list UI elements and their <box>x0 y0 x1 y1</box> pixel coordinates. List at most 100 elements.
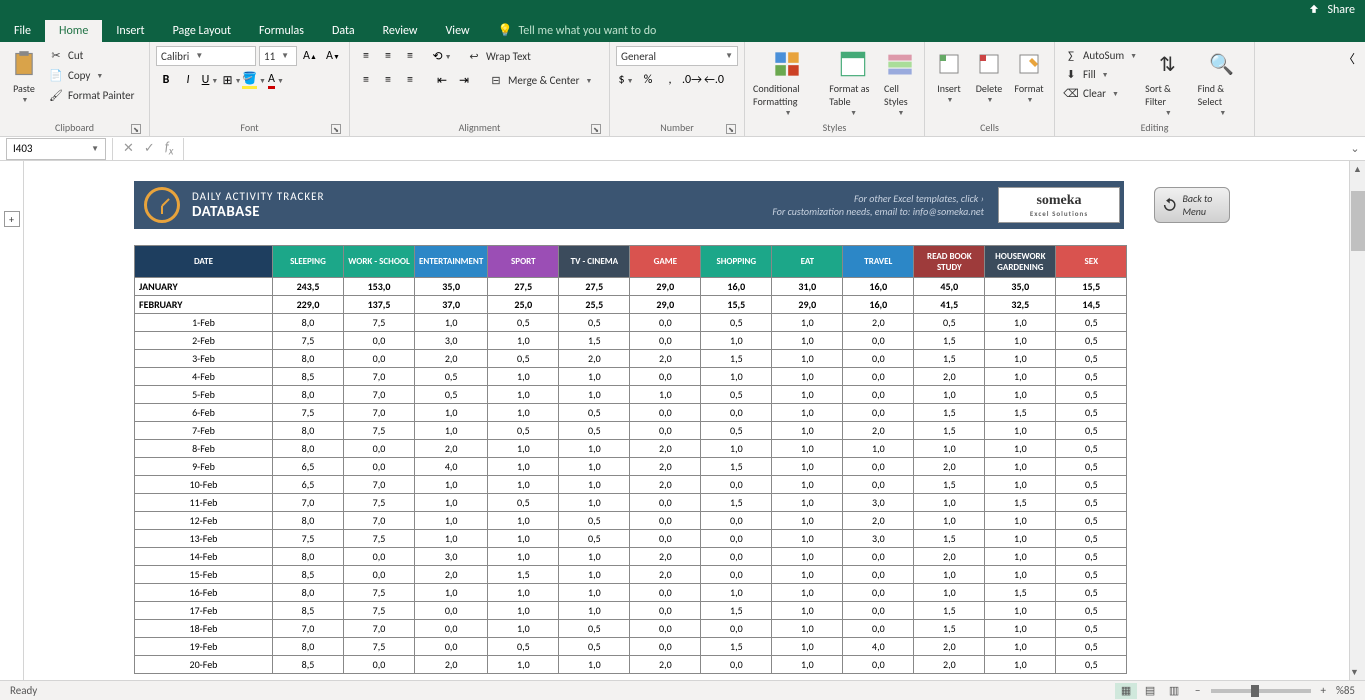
data-cell[interactable]: 1,0 <box>488 530 559 548</box>
paste-button[interactable]: Paste▼ <box>6 46 42 106</box>
data-cell[interactable]: 8,0 <box>273 422 344 440</box>
bold-button[interactable]: B <box>156 70 176 90</box>
data-cell[interactable]: 1,0 <box>985 350 1056 368</box>
data-cell[interactable]: 3,0 <box>415 548 488 566</box>
zoom-in-button[interactable]: + <box>1321 684 1326 697</box>
font-launcher[interactable]: ⬊ <box>331 124 341 134</box>
data-cell[interactable]: 2,0 <box>914 638 985 656</box>
data-cell[interactable]: 7,5 <box>344 602 415 620</box>
tab-insert[interactable]: Insert <box>102 20 158 42</box>
number-launcher[interactable]: ⬊ <box>726 124 736 134</box>
data-cell[interactable]: 1,0 <box>772 458 843 476</box>
tab-file[interactable]: File <box>0 20 45 42</box>
underline-button[interactable]: U▼ <box>200 70 220 90</box>
data-cell[interactable]: 7,0 <box>344 368 415 386</box>
data-cell[interactable]: 1,0 <box>559 548 630 566</box>
date-cell[interactable]: 2-Feb <box>135 332 273 350</box>
date-cell[interactable]: 6-Feb <box>135 404 273 422</box>
data-cell[interactable]: 0,0 <box>630 530 701 548</box>
header-sex[interactable]: SEX <box>1056 246 1127 278</box>
data-cell[interactable]: 0,5 <box>1056 314 1127 332</box>
align-bottom-button[interactable]: ≡ <box>400 46 420 66</box>
data-cell[interactable]: 0,5 <box>701 386 772 404</box>
data-cell[interactable]: 2,0 <box>630 476 701 494</box>
decrease-decimal-button[interactable]: ←.0 <box>704 70 724 90</box>
header-travel[interactable]: TRAVEL <box>843 246 914 278</box>
data-cell[interactable]: 1,0 <box>701 584 772 602</box>
data-cell[interactable]: 1,0 <box>985 314 1056 332</box>
header-game[interactable]: GAME <box>630 246 701 278</box>
delete-cells-button[interactable]: Delete▼ <box>971 46 1007 106</box>
data-cell[interactable]: 1,0 <box>914 386 985 404</box>
font-color-button[interactable]: A▼ <box>266 70 286 90</box>
data-cell[interactable]: 0,5 <box>1056 350 1127 368</box>
header-entertainment[interactable]: ENTERTAINMENT <box>415 246 488 278</box>
header-sleeping[interactable]: SLEEPING <box>273 246 344 278</box>
data-cell[interactable]: 0,0 <box>701 620 772 638</box>
increase-font-button[interactable]: A▲ <box>300 46 320 66</box>
data-cell[interactable]: 2,0 <box>415 350 488 368</box>
data-cell[interactable]: 1,0 <box>772 584 843 602</box>
sort-filter-button[interactable]: ⇅Sort & Filter▼ <box>1143 46 1192 119</box>
header-sport[interactable]: SPORT <box>488 246 559 278</box>
orientation-button[interactable]: ⟲▼ <box>432 46 452 66</box>
month-total-cell[interactable]: 16,0 <box>843 278 914 296</box>
data-cell[interactable]: 1,0 <box>488 548 559 566</box>
page-break-view-button[interactable]: ▥ <box>1163 683 1185 699</box>
date-cell[interactable]: 12-Feb <box>135 512 273 530</box>
data-cell[interactable]: 0,5 <box>1056 566 1127 584</box>
data-cell[interactable]: 1,0 <box>985 512 1056 530</box>
data-cell[interactable]: 0,0 <box>843 656 914 674</box>
data-cell[interactable]: 1,0 <box>772 476 843 494</box>
month-total-cell[interactable]: 229,0 <box>273 296 344 314</box>
data-cell[interactable]: 0,0 <box>843 620 914 638</box>
data-cell[interactable]: 0,0 <box>843 458 914 476</box>
decrease-font-button[interactable]: A▼ <box>323 46 343 66</box>
data-cell[interactable]: 8,0 <box>273 314 344 332</box>
month-total-cell[interactable]: 153,0 <box>344 278 415 296</box>
data-cell[interactable]: 0,5 <box>1056 512 1127 530</box>
data-cell[interactable]: 2,0 <box>630 440 701 458</box>
data-cell[interactable]: 1,0 <box>559 494 630 512</box>
data-cell[interactable]: 0,0 <box>701 566 772 584</box>
month-total-cell[interactable]: 14,5 <box>1056 296 1127 314</box>
data-cell[interactable]: 1,0 <box>985 530 1056 548</box>
data-cell[interactable]: 1,0 <box>559 584 630 602</box>
data-cell[interactable]: 1,0 <box>772 638 843 656</box>
data-cell[interactable]: 1,0 <box>415 584 488 602</box>
data-cell[interactable]: 1,0 <box>772 314 843 332</box>
tab-formulas[interactable]: Formulas <box>245 20 318 42</box>
data-cell[interactable]: 0,0 <box>344 656 415 674</box>
data-cell[interactable]: 0,0 <box>701 656 772 674</box>
enter-formula-button[interactable]: ✓ <box>144 141 155 156</box>
data-cell[interactable]: 2,0 <box>914 458 985 476</box>
data-cell[interactable]: 0,5 <box>1056 332 1127 350</box>
data-cell[interactable]: 2,0 <box>630 566 701 584</box>
data-cell[interactable]: 7,5 <box>344 314 415 332</box>
data-cell[interactable]: 1,5 <box>914 530 985 548</box>
data-cell[interactable]: 8,0 <box>273 548 344 566</box>
data-cell[interactable]: 1,5 <box>914 602 985 620</box>
data-cell[interactable]: 0,0 <box>344 440 415 458</box>
data-cell[interactable]: 1,5 <box>914 620 985 638</box>
data-cell[interactable]: 1,0 <box>772 404 843 422</box>
date-cell[interactable]: 14-Feb <box>135 548 273 566</box>
data-cell[interactable]: 1,0 <box>630 386 701 404</box>
data-cell[interactable]: 0,5 <box>415 368 488 386</box>
data-cell[interactable]: 0,0 <box>701 512 772 530</box>
insert-function-button[interactable]: fx <box>165 140 174 158</box>
data-cell[interactable]: 1,0 <box>843 440 914 458</box>
data-cell[interactable]: 1,0 <box>415 530 488 548</box>
date-cell[interactable]: 13-Feb <box>135 530 273 548</box>
data-cell[interactable]: 1,0 <box>772 494 843 512</box>
date-cell[interactable]: 17-Feb <box>135 602 273 620</box>
conditional-formatting-button[interactable]: Conditional Formatting▼ <box>751 46 823 119</box>
data-cell[interactable]: 2,0 <box>415 566 488 584</box>
data-cell[interactable]: 0,0 <box>843 566 914 584</box>
banner-link-text[interactable]: For other Excel templates, click › <box>854 192 984 205</box>
data-cell[interactable]: 1,0 <box>985 656 1056 674</box>
format-cells-button[interactable]: Format▼ <box>1011 46 1047 106</box>
data-cell[interactable]: 1,5 <box>914 350 985 368</box>
data-cell[interactable]: 0,5 <box>701 314 772 332</box>
collapse-ribbon-button[interactable]: 〈 <box>1339 48 1359 68</box>
